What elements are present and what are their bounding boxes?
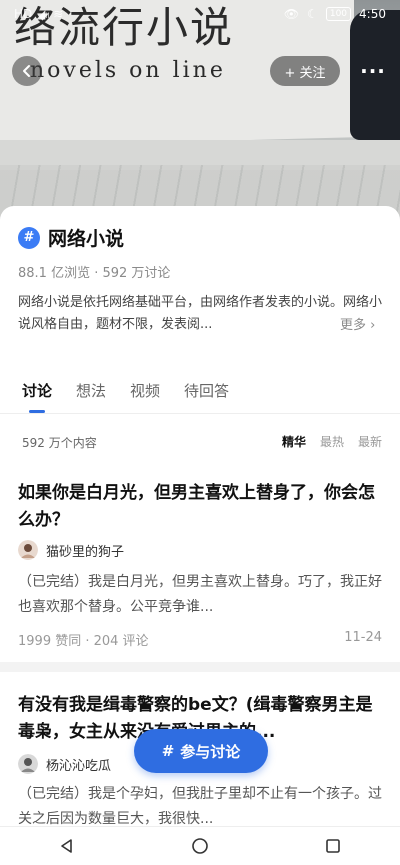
author-name: 猫砂里的狗子 — [46, 544, 125, 560]
circle-home-icon — [192, 838, 208, 854]
hero-banner: 络流行小说 novels on line — [0, 0, 400, 230]
post-item[interactable]: 如果你是白月光，但男主喜欢上替身了，你会怎么办？ 猫砂里的狗子 （已完结）我是白… — [0, 460, 400, 662]
divider — [0, 662, 400, 672]
topic-stats: 88.1 亿浏览 · 592 万讨论 — [18, 266, 171, 281]
follow-button[interactable]: + 关注 — [270, 56, 340, 86]
sort-options: 精华 最热 最新 — [282, 433, 382, 450]
nav-back-button[interactable] — [54, 833, 80, 859]
topic-title: 网络小说 — [48, 228, 125, 250]
sort-hot[interactable]: 最热 — [320, 433, 344, 450]
triangle-back-icon — [60, 839, 72, 853]
moon-icon: ☾ — [307, 7, 318, 21]
join-discussion-label: 参与讨论 — [180, 742, 241, 761]
battery-icon: 100 — [325, 7, 352, 21]
hashtag-icon: # — [161, 742, 175, 760]
sort-featured[interactable]: 精华 — [282, 433, 306, 450]
status-bar: HD ◢ᵢₗ ≋ 👁 ☾ 100 4:50 — [0, 0, 400, 28]
hashtag-icon: # — [18, 226, 40, 249]
content-count: 592 万个内容 — [22, 436, 97, 450]
post-author[interactable]: 猫砂里的狗子 — [18, 540, 124, 560]
tab-videos[interactable]: 视频 — [130, 374, 160, 413]
post-excerpt[interactable]: （已完结）我是个孕妇，但我肚子里却不止有一个孩子。过关之后因为数量巨大，我很快.… — [18, 782, 384, 832]
filter-bar: 592 万个内容 精华 最热 最新 — [0, 416, 400, 460]
status-time: 4:50 — [359, 7, 386, 21]
avatar — [18, 540, 38, 560]
square-recents-icon — [326, 839, 341, 853]
tab-ideas[interactable]: 想法 — [76, 374, 106, 413]
author-name: 杨沁沁吃瓜 — [46, 758, 112, 774]
hero-sign-subtext: novels on line — [30, 58, 226, 83]
post-excerpt[interactable]: （已完结）我是白月光，但男主喜欢上替身。巧了，我正好也喜欢那个替身。公平竞争谁.… — [18, 570, 384, 620]
post-stats: 1999 赞同 · 204 评论 — [18, 634, 149, 649]
post-title[interactable]: 如果你是白月光，但男主喜欢上替身了，你会怎么办？ — [18, 480, 386, 534]
status-right: 👁 ☾ 100 4:50 — [284, 7, 386, 21]
topic-description: 网络小说是依托网络基础平台，由网络作者发表的小说。网络小说风格自由，题材不限，发… — [18, 295, 383, 332]
more-options-button[interactable]: ··· — [358, 56, 388, 86]
more-link[interactable]: 更多 › — [336, 314, 376, 333]
tab-bar: 讨论 想法 视频 待回答 — [0, 374, 400, 414]
status-signal: HD ◢ᵢₗ ≋ — [14, 7, 64, 21]
post-date: 11-24 — [344, 630, 382, 645]
join-discussion-button[interactable]: # 参与讨论 — [134, 729, 268, 773]
topic-header: # 网络小说 — [18, 224, 124, 251]
tab-unanswered[interactable]: 待回答 — [184, 374, 229, 413]
tab-discussion[interactable]: 讨论 — [22, 374, 52, 413]
nav-home-button[interactable] — [187, 833, 213, 859]
back-arrow-icon — [23, 65, 30, 77]
sort-latest[interactable]: 最新 — [358, 433, 382, 450]
avatar — [18, 754, 38, 774]
nav-recent-button[interactable] — [320, 833, 346, 859]
back-button[interactable] — [12, 56, 42, 86]
system-nav-bar — [0, 826, 400, 865]
post-author[interactable]: 杨沁沁吃瓜 — [18, 754, 111, 774]
eye-icon: 👁 — [283, 7, 300, 21]
